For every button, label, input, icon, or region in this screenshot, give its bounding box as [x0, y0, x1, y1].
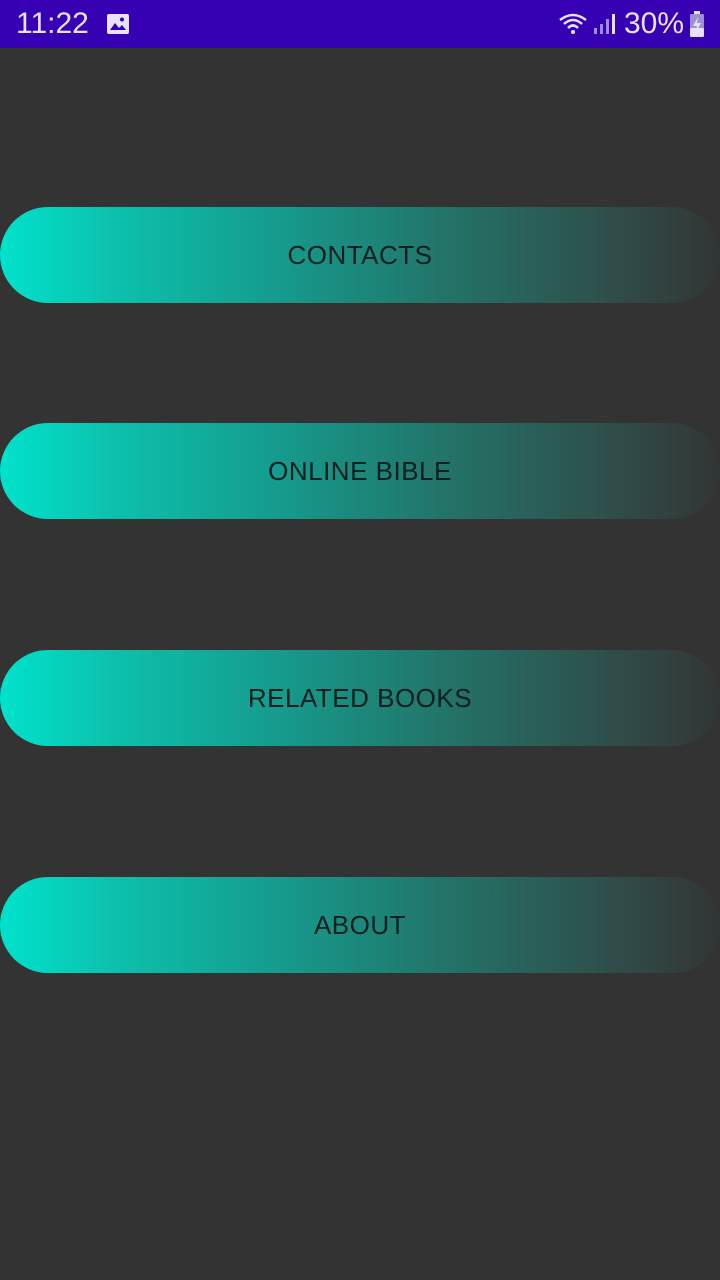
wifi-icon [559, 13, 587, 34]
battery-charging-icon [690, 11, 704, 37]
related-books-button-label: RELATED BOOKS [247, 682, 473, 713]
gallery-icon [107, 14, 129, 34]
about-button-label: ABOUT [313, 909, 407, 940]
online-bible-button-label: ONLINE BIBLE [268, 455, 452, 486]
related-books-button[interactable]: RELATED BOOKS [0, 650, 720, 746]
status-icons: 30% [558, 6, 706, 42]
contacts-button-label: CONTACTS [287, 239, 433, 270]
main-menu: CONTACTS ONLINE BIBLE RELATED BOOKS ABOU… [0, 48, 720, 1280]
status-time: 11:22 [16, 7, 89, 40]
contacts-button[interactable]: CONTACTS [0, 207, 720, 303]
signal-icon [593, 14, 615, 34]
online-bible-button[interactable]: ONLINE BIBLE [0, 423, 720, 519]
about-button[interactable]: ABOUT [0, 877, 720, 973]
battery-percent: 30% [623, 7, 684, 40]
status-bar: 11:22 30% [0, 0, 720, 48]
